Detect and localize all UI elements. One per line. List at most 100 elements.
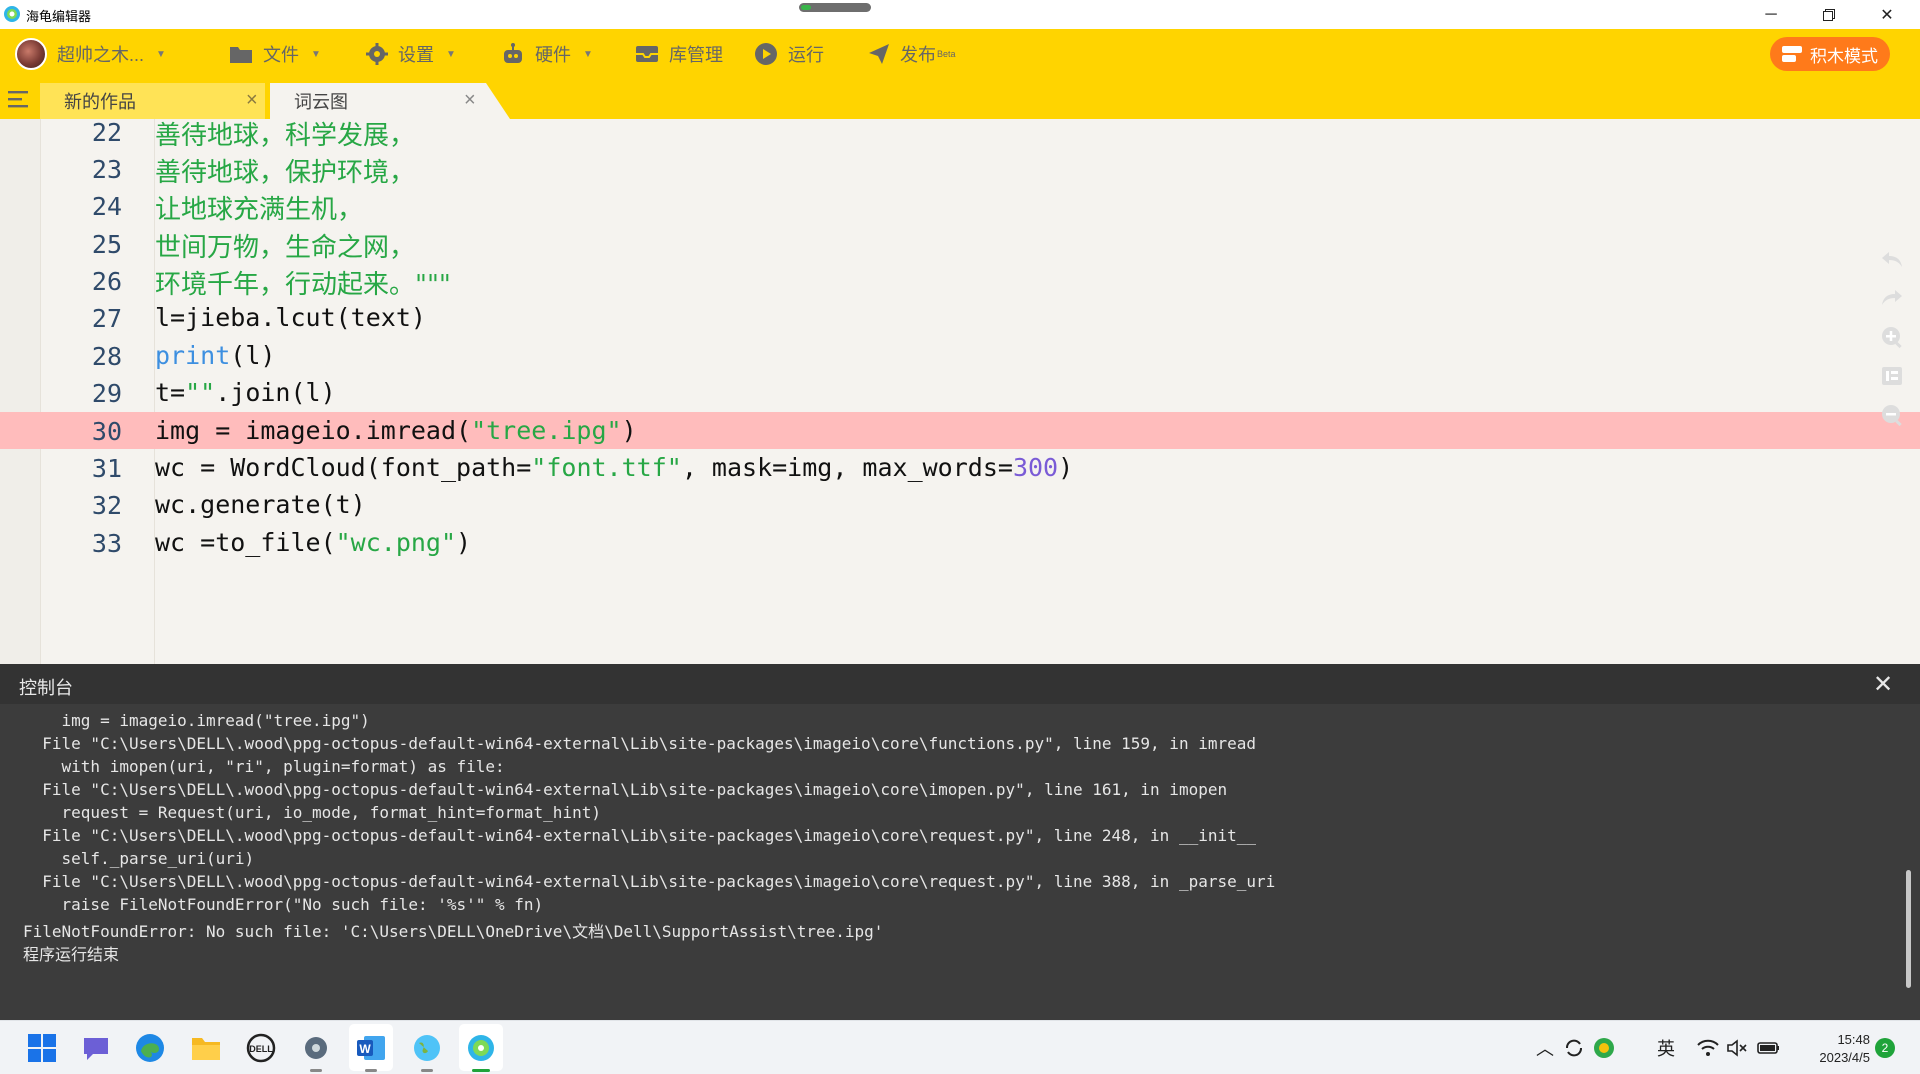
settings-menu[interactable]: 设置 ▼ <box>366 29 456 79</box>
edge-browser[interactable] <box>133 1031 167 1065</box>
line-number: 22 <box>91 119 122 147</box>
undo-icon[interactable] <box>1880 249 1904 271</box>
block-mode-button[interactable]: 积木模式 <box>1770 37 1890 71</box>
code-line[interactable]: 29 t="".join(l) <box>0 374 1920 411</box>
chevron-up-icon: ︿ <box>1536 1038 1554 1059</box>
code-line[interactable]: 27 l=jieba.lcut(text) <box>0 299 1920 336</box>
publish-button[interactable]: 发布 Beta <box>868 29 956 79</box>
editor-side-tools <box>1880 249 1910 443</box>
close-tab-icon[interactable]: × <box>246 89 258 112</box>
chat-app[interactable] <box>79 1031 113 1065</box>
file-menu-label: 文件 <box>263 45 299 65</box>
code-text: 让地球充满生机， <box>155 195 364 225</box>
close-console-icon[interactable]: ✕ <box>1873 670 1893 699</box>
weather-app[interactable] <box>410 1031 444 1065</box>
menu-icon[interactable] <box>8 89 30 109</box>
windows-start-icon <box>28 1034 56 1062</box>
code-line[interactable]: 23 善待地球，保护环境， <box>0 150 1920 188</box>
battery-status[interactable] <box>1757 1021 1781 1074</box>
code-line[interactable]: 31 wc = WordCloud(font_path="font.ttf", … <box>0 449 1920 486</box>
volume-muted-icon <box>1727 1038 1747 1057</box>
console-scrollbar[interactable] <box>1906 870 1911 988</box>
clock-date: 2023/4/5 <box>1819 1050 1870 1065</box>
play-circle-icon <box>755 43 777 65</box>
tray-app[interactable] <box>1593 1021 1615 1074</box>
code-line[interactable]: 28 print(l) <box>0 337 1920 374</box>
close-tab-icon[interactable]: × <box>464 89 476 112</box>
console-output[interactable]: img = imageio.imread("tree.ipg") File "C… <box>0 704 1900 1020</box>
code-text: wc = WordCloud(font_path="font.ttf", mas… <box>155 453 1074 482</box>
minimize-button[interactable]: ─ <box>1742 0 1800 29</box>
restore-button[interactable] <box>1800 0 1858 29</box>
code-editor[interactable]: 22 善待地球，科学发展， 23 善待地球，保护环境， 24 让地球充满生机， … <box>0 119 1920 664</box>
console-line: img = imageio.imread("tree.ipg") <box>23 711 370 730</box>
close-window-button[interactable]: ✕ <box>1858 0 1916 29</box>
console-line: self._parse_uri(uri) <box>23 849 255 868</box>
svg-text:DELL: DELL <box>249 1044 273 1054</box>
code-line-error-highlight[interactable]: 30 img = imageio.imread("tree.ipg") <box>0 412 1920 449</box>
chat-icon <box>84 1038 108 1060</box>
line-number: 25 <box>91 230 122 259</box>
line-number: 28 <box>91 342 122 371</box>
start-button[interactable] <box>25 1031 59 1065</box>
minimize-icon: ─ <box>1765 5 1777 23</box>
dell-app[interactable]: DELL <box>244 1031 278 1065</box>
wifi-status[interactable] <box>1697 1021 1719 1074</box>
file-explorer[interactable] <box>189 1031 223 1065</box>
console-line: File "C:\Users\DELL\.wood\ppg-octopus-de… <box>23 826 1256 845</box>
console-title: 控制台 <box>19 678 73 698</box>
hardware-menu[interactable]: 硬件 ▼ <box>501 29 593 79</box>
chevron-down-icon: ▼ <box>311 48 321 60</box>
user-name: 超帅之木... <box>57 45 145 65</box>
line-number: 30 <box>91 417 122 446</box>
tab-label: 词云图 <box>294 92 348 112</box>
user-menu[interactable]: 超帅之木... ▼ <box>15 29 166 79</box>
volume-status[interactable] <box>1726 1021 1748 1074</box>
code-line[interactable]: 32 wc.generate(t) <box>0 486 1920 523</box>
gear-icon <box>366 43 388 65</box>
window-drag-handle[interactable] <box>799 3 871 12</box>
file-menu[interactable]: 文件 ▼ <box>229 29 321 79</box>
show-hidden-icons[interactable]: ︿ <box>1536 1021 1554 1074</box>
tab-word-cloud[interactable]: 词云图 × <box>270 83 510 119</box>
running-indicator <box>365 1069 377 1072</box>
main-toolbar: 超帅之木... ▼ 文件 ▼ 设置 ▼ 硬件 ▼ 库管理 运行 发布 Beta 积… <box>0 29 1920 79</box>
restore-icon <box>1823 8 1835 21</box>
sync-status[interactable] <box>1563 1021 1585 1074</box>
code-text: l=jieba.lcut(text) <box>155 303 426 332</box>
code-line[interactable]: 26 环境千年，行动起来。""" <box>0 262 1920 300</box>
zoom-out-icon[interactable] <box>1880 403 1904 427</box>
turtle-editor-app[interactable] <box>464 1031 498 1065</box>
run-label: 运行 <box>788 45 824 65</box>
library-management-button[interactable]: 库管理 <box>635 29 723 79</box>
code-line[interactable]: 25 世间万物，生命之网， <box>0 225 1920 263</box>
code-line[interactable]: 24 让地球充满生机， <box>0 187 1920 225</box>
tab-new-work[interactable]: 新的作品 × <box>40 83 265 119</box>
clock-time: 15:48 <box>1837 1032 1870 1047</box>
code-line[interactable]: 22 善待地球，科学发展， <box>0 119 1920 151</box>
redo-icon[interactable] <box>1880 287 1904 309</box>
code-line[interactable]: 33 wc =to_file("wc.png") <box>0 524 1920 561</box>
code-text: img = imageio.imread("tree.ipg") <box>155 416 637 445</box>
title-bar: 海龟编辑器 ─ ✕ <box>0 0 1920 29</box>
console-panel: 控制台 ✕ img = imageio.imread("tree.ipg") F… <box>0 664 1920 1020</box>
settings-app[interactable] <box>299 1031 333 1065</box>
notification-badge[interactable]: 2 <box>1875 1038 1895 1058</box>
line-number: 23 <box>91 155 122 184</box>
code-text: 善待地球，保护环境， <box>155 158 416 188</box>
toolbar-run-button[interactable]: 运行 <box>754 29 824 79</box>
format-icon[interactable] <box>1880 365 1904 387</box>
line-number: 31 <box>91 454 122 483</box>
block-mode-label: 积木模式 <box>1810 46 1878 66</box>
line-number: 33 <box>91 529 122 558</box>
clock[interactable]: 15:48 2023/4/5 <box>1796 1031 1870 1067</box>
hardware-menu-label: 硬件 <box>535 45 571 65</box>
zoom-in-icon[interactable] <box>1880 325 1904 349</box>
console-line: raise FileNotFoundError("No such file: '… <box>23 895 544 914</box>
code-text: print(l) <box>155 341 276 370</box>
input-method[interactable]: 英 <box>1657 1021 1675 1074</box>
tab-label: 新的作品 <box>64 92 136 112</box>
console-line: File "C:\Users\DELL\.wood\ppg-octopus-de… <box>23 734 1256 753</box>
word-app[interactable]: W <box>354 1031 388 1065</box>
library-icon <box>636 46 658 62</box>
